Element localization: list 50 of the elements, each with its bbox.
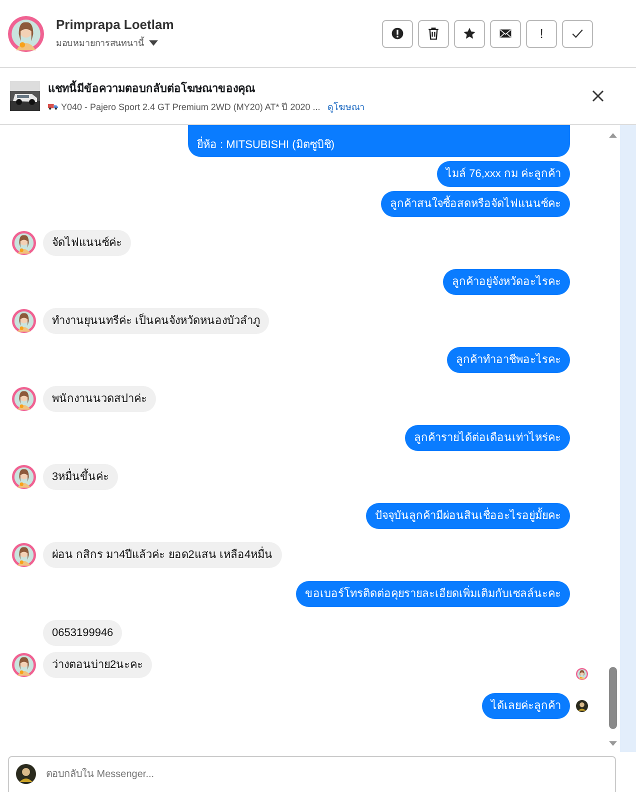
message-bubble: จัดไฟแนนซ์ค่ะ [43,230,131,256]
avatar [12,387,36,411]
reply-field[interactable]: ตอบกลับใน Messenger... [8,756,616,792]
message-bubble: 3หมื่นขึ้นค่ะ [43,464,118,490]
delete-button[interactable] [418,20,449,48]
contact-name: Primprapa Loetlam [56,17,174,32]
close-icon [592,90,604,102]
avatar [12,653,36,677]
message-bubble: ทำงานยุนนทรีค่ะ เป็นคนจังหวัดหนองบัวลำภู [43,308,270,334]
done-button[interactable] [562,20,593,48]
seen-avatar [576,668,588,680]
trash-icon [427,27,440,40]
ad-description: Y040 - Pajero Sport 2.4 GT Premium 2WD (MY20) AT* ปี 2020 ... [61,100,320,114]
scroll-down-icon[interactable] [609,741,617,746]
caret-icon [149,40,158,46]
star-button[interactable] [454,20,485,48]
avatar [12,465,36,489]
seen-avatar [576,700,588,712]
action-button[interactable]: ! [526,20,557,48]
envelope-icon [499,27,512,40]
scrollbar-thumb[interactable] [609,667,617,729]
avatar [8,16,44,52]
ad-banner-title: แชทนี้มีข้อความตอบกลับต่อโฆษณาของคุณ [48,78,364,96]
message-bubble: ลูกค้าสนใจซื้อสดหรือจัดไฟแนนซ์คะ [381,191,570,217]
avatar [12,309,36,333]
message-bubble: ว่างตอนบ่าย2นะคะ [43,652,152,678]
alert-icon [391,27,404,40]
truck-icon [48,103,58,110]
message-bubble: ได้เลยค่ะลูกค้า [482,693,570,719]
scroll-up-icon[interactable] [609,133,617,138]
close-button[interactable] [592,90,604,102]
mail-button[interactable] [490,20,521,48]
message-bubble: ลูกค้าทำอาชีพอะไรคะ [447,347,570,373]
message-bubble: ยี่ห้อ : MITSUBISHI (มิตซูบิชิ) [188,125,570,157]
avatar [12,231,36,255]
message-bubble: พนักงานนวดสปาค่ะ [43,386,156,412]
message-bubble: 0653199946 [43,620,122,646]
assign-dropdown[interactable]: มอบหมายการสนทนานี้ [56,36,174,50]
message-bubble: ขอเบอร์โทรติดต่อคุยรายละเอียดเพิ่มเติมกับเซลล์นะคะ [296,581,570,607]
view-ad-link[interactable]: ดูโฆษณา [327,100,364,114]
message-bubble: ปัจจุบันลูกค้ามีผ่อนสินเชื่ออะไรอยู่มั้ยคะ [366,503,570,529]
check-icon [571,27,584,40]
report-button[interactable] [382,20,413,48]
message-bubble: ผ่อน กสิกร มา4ปีแล้วค่ะ ยอด2แสน เหลือ4หมื่น [43,542,282,568]
message-bubble: ลูกค้าอยู่จังหวัดอะไรคะ [443,269,570,295]
message-bubble: ลูกค้ารายได้ต่อเดือนเท่าไหร่คะ [405,425,570,451]
star-icon [463,27,476,40]
avatar [12,543,36,567]
message-bubble: ไมล์ 76,xxx กม ค่ะลูกค้า [437,161,570,187]
avatar [16,764,36,784]
